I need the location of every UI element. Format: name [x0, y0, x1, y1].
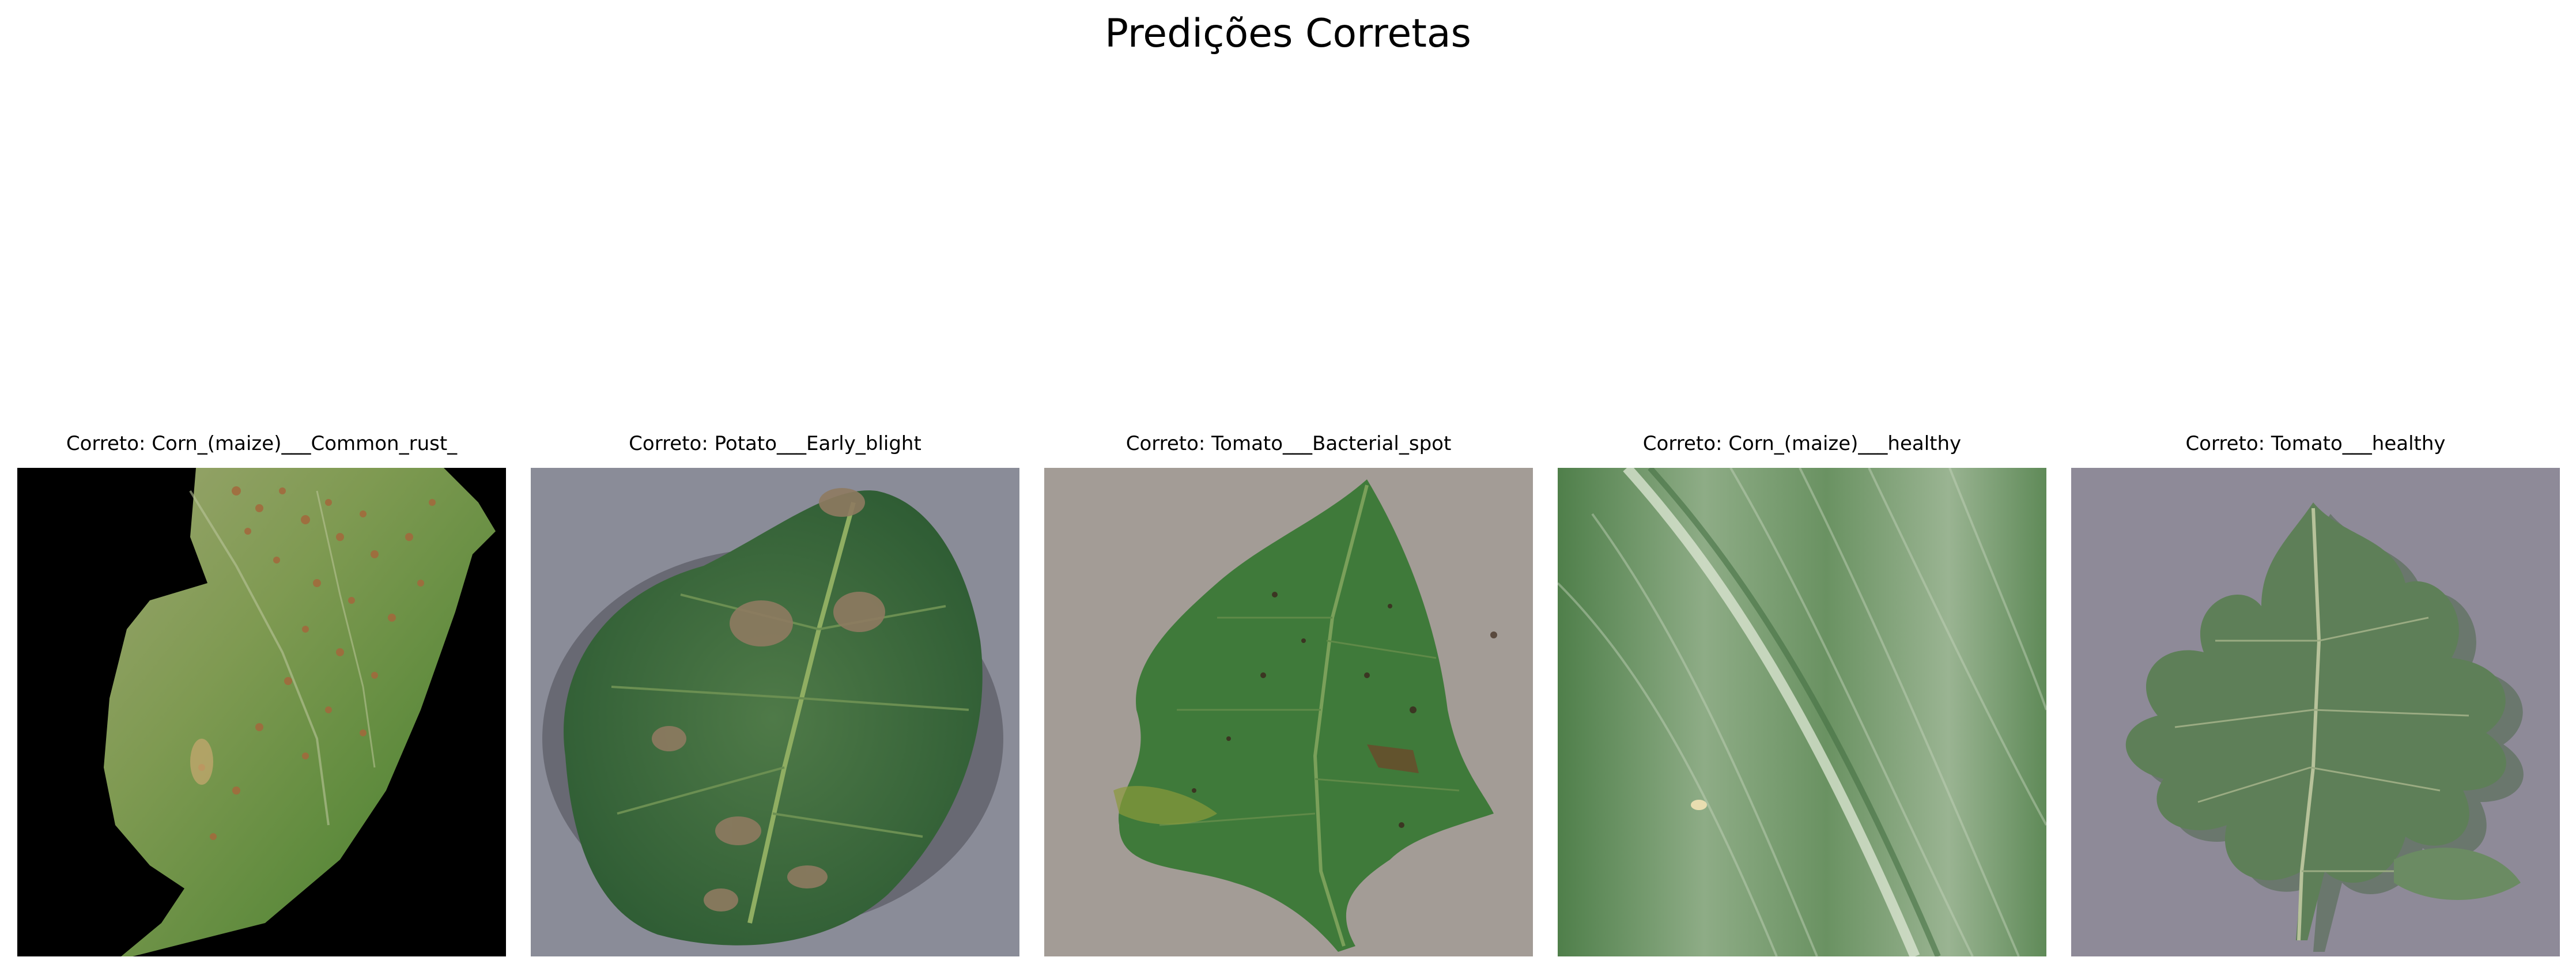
prediction-panel-5: Correto: Tomato___healthy [2071, 431, 2560, 956]
panel-title-4: Correto: Corn_(maize)___healthy [1642, 432, 1962, 455]
prediction-panel-1: Correto: Corn_(maize)___Common_rust_ [17, 431, 506, 956]
prediction-panel-4: Correto: Corn_(maize)___healthy [1558, 431, 2046, 956]
figure-title: Predições Corretas [1105, 11, 1471, 56]
prediction-panel-2: Correto: Potato___Early_blight [531, 431, 1019, 956]
figure: { "figure": { "title": "Predições Corret… [0, 0, 2576, 972]
corn-common-rust-image [17, 468, 506, 956]
panel-title-2: Correto: Potato___Early_blight [629, 432, 921, 455]
potato-early-blight-image [531, 468, 1019, 956]
healthy-tomato-image [2071, 468, 2560, 956]
panel-title-3: Correto: Tomato___Bacterial_spot [1125, 432, 1452, 455]
tomato-bacterial-spot-image [1044, 468, 1533, 956]
prediction-panel-3: Correto: Tomato___Bacterial_spot [1044, 431, 1533, 956]
panel-title-5: Correto: Tomato___healthy [2185, 432, 2446, 455]
healthy-corn-image [1558, 468, 2046, 956]
panel-title-1: Correto: Corn_(maize)___Common_rust_ [66, 432, 458, 455]
